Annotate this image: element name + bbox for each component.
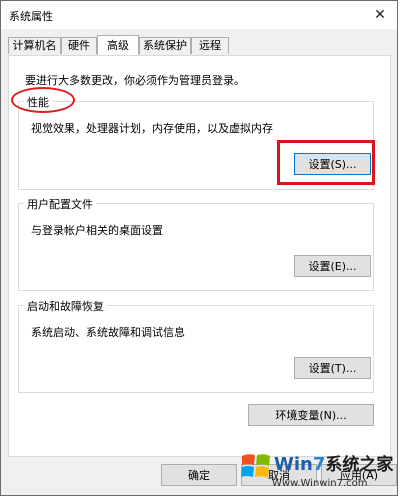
user-profiles-settings-button[interactable]: 设置(E)... xyxy=(294,255,371,277)
startup-recovery-settings-button[interactable]: 设置(T)... xyxy=(294,357,371,379)
tab-remote[interactable]: 远程 xyxy=(191,37,229,54)
close-icon: ✕ xyxy=(374,7,386,23)
environment-variables-button[interactable]: 环境变量(N)... xyxy=(248,404,374,426)
user-profiles-title: 用户配置文件 xyxy=(24,196,96,212)
tab-computer-name[interactable]: 计算机名 xyxy=(8,37,61,54)
close-button[interactable]: ✕ xyxy=(363,1,397,29)
window-title: 系统属性 xyxy=(9,10,53,23)
title-bar: 系统属性 ✕ xyxy=(1,1,397,29)
performance-title: 性能 xyxy=(24,94,52,110)
tab-system-protection[interactable]: 系统保护 xyxy=(139,37,191,54)
cancel-button[interactable]: 取消 xyxy=(241,464,317,486)
tab-hardware[interactable]: 硬件 xyxy=(61,37,97,54)
apply-button[interactable]: 应用(A) xyxy=(321,464,397,486)
startup-recovery-desc: 系统启动、系统故障和调试信息 xyxy=(31,326,185,339)
performance-group: 性能 视觉效果，处理器计划，内存使用，以及虚拟内存 设置(S)... xyxy=(18,94,374,190)
tab-advanced[interactable]: 高级 xyxy=(97,35,139,55)
startup-recovery-title: 启动和故障恢复 xyxy=(24,298,107,314)
admin-note: 要进行大多数更改，你必须作为管理员登录。 xyxy=(25,74,245,87)
performance-settings-button[interactable]: 设置(S)... xyxy=(294,153,371,175)
ok-button[interactable]: 确定 xyxy=(161,464,237,486)
system-properties-window: 系统属性 ✕ 计算机名 硬件 高级 系统保护 远程 要进行大多数更改，你必须作为… xyxy=(0,0,398,496)
user-profiles-group: 用户配置文件 与登录帐户相关的桌面设置 设置(E)... xyxy=(18,196,374,291)
user-profiles-desc: 与登录帐户相关的桌面设置 xyxy=(31,224,163,237)
advanced-tab-panel: 要进行大多数更改，你必须作为管理员登录。 性能 视觉效果，处理器计划，内存使用，… xyxy=(8,55,391,457)
performance-desc: 视觉效果，处理器计划，内存使用，以及虚拟内存 xyxy=(31,122,273,135)
startup-recovery-group: 启动和故障恢复 系统启动、系统故障和调试信息 设置(T)... xyxy=(18,298,374,393)
